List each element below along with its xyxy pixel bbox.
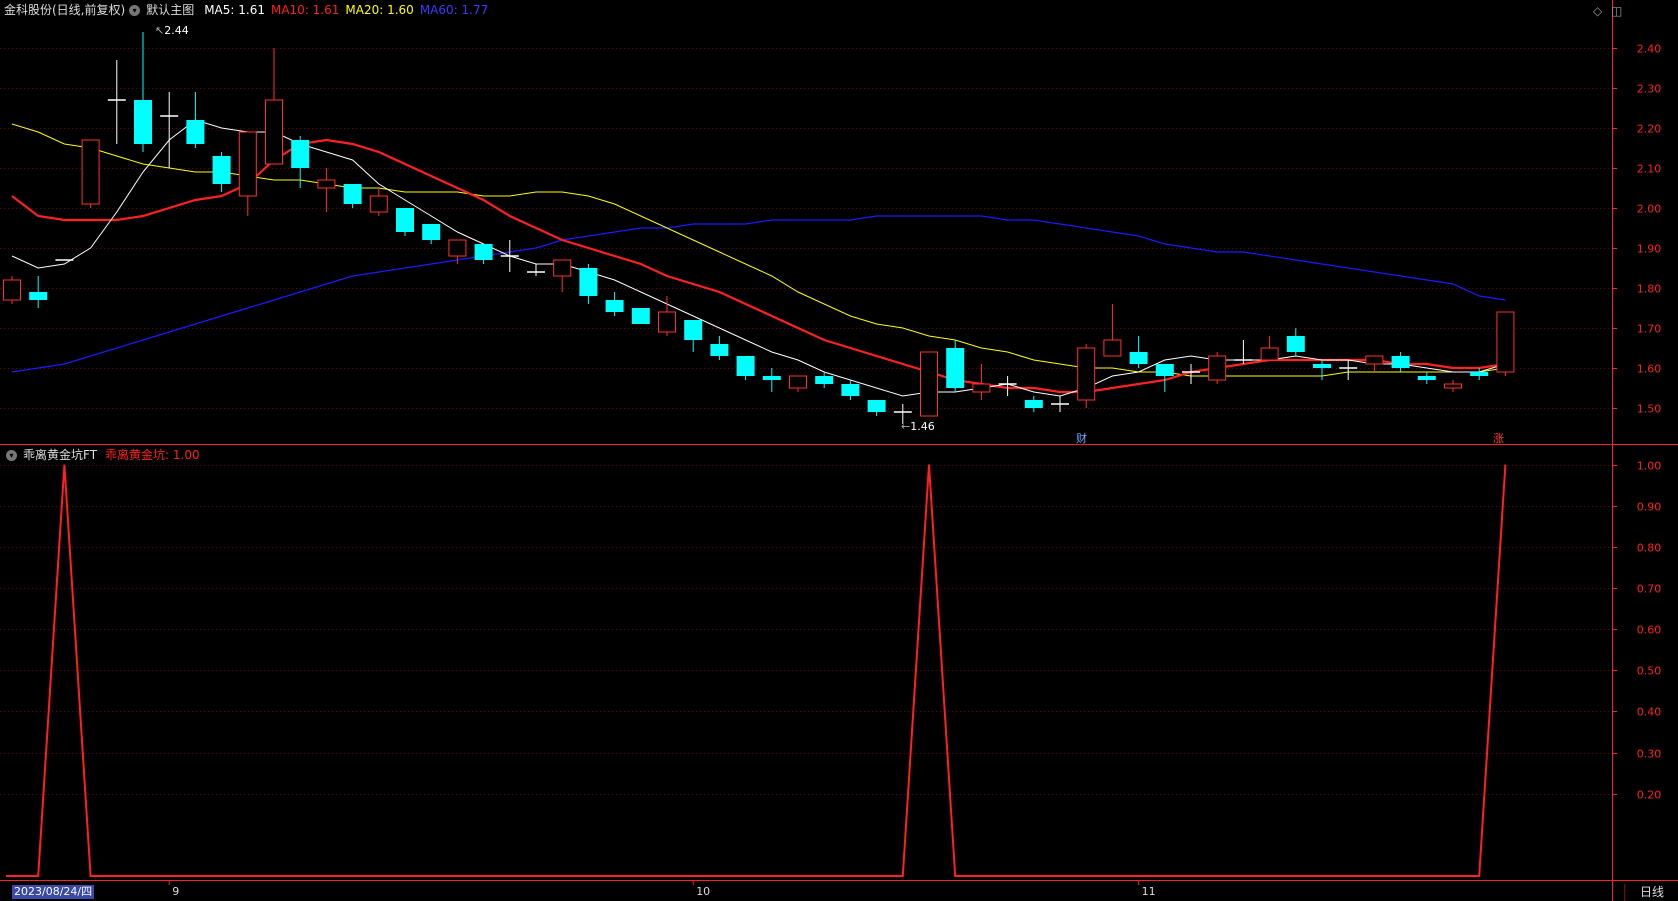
candle-body	[658, 311, 676, 333]
candle-body	[1103, 339, 1122, 357]
cursor-date-label: 2023/08/24/四	[12, 885, 95, 899]
indicator-tick-label: 0.20	[1637, 789, 1662, 802]
candle-body	[238, 131, 257, 197]
ma60-line	[11, 215, 1506, 373]
candle-body	[1024, 400, 1043, 408]
indicator-menu-icon[interactable]: ▾	[6, 450, 17, 461]
ma5-legend: MA5: 1.61	[204, 3, 265, 17]
candle-body	[605, 300, 624, 312]
candle-body	[1129, 352, 1148, 364]
price-tick-label: 1.50	[1637, 403, 1662, 416]
candle-body	[1391, 356, 1410, 368]
candle-body	[3, 279, 21, 301]
price-tick-label: 2.10	[1637, 163, 1662, 176]
candle-body	[841, 384, 860, 396]
time-axis-label: 9	[172, 885, 179, 898]
candle-body	[972, 383, 991, 393]
limit-up-marker[interactable]: 涨	[1493, 432, 1504, 445]
panel-toggle-icon[interactable]: ◫	[1611, 4, 1622, 18]
ma60-legend: MA60: 1.77	[419, 3, 489, 17]
candle-body	[1260, 347, 1279, 361]
candle-body	[815, 376, 834, 384]
candle-body	[1313, 364, 1331, 368]
time-axis-label: 10	[696, 885, 710, 898]
indicator-tick-label: 0.60	[1637, 624, 1662, 637]
indicator-tick-label: 0.90	[1637, 501, 1662, 514]
candle-body	[553, 259, 572, 277]
candle-body	[291, 140, 310, 168]
chart-set-name[interactable]: 默认主图	[146, 3, 194, 17]
candle-body	[920, 351, 938, 417]
price-tick-label: 2.30	[1637, 83, 1662, 96]
candle-body	[736, 356, 755, 376]
price-tick-label: 2.20	[1637, 123, 1662, 136]
diamond-icon[interactable]: ◇	[1593, 4, 1602, 18]
candle-body	[422, 224, 441, 240]
candle-body	[762, 376, 781, 380]
candle-body	[474, 244, 493, 260]
candle-body	[579, 268, 598, 296]
candle-body	[1286, 336, 1305, 352]
candle-body	[867, 400, 886, 412]
candle-body	[946, 348, 965, 388]
candle-body	[710, 344, 729, 356]
candle-body	[369, 195, 388, 213]
candle-body	[81, 139, 100, 205]
candle-body	[317, 179, 336, 189]
indicator-tick-label: 0.30	[1637, 748, 1662, 761]
candle-body	[1208, 355, 1227, 381]
stock-chart[interactable]: 2.40 2.30 2.20 2.10 2.00 1.90 1.80 1.70 1.60 1.50…	[0, 0, 1678, 901]
indicator-tick-label: 0.50	[1637, 665, 1662, 678]
chart-menu-icon[interactable]: ▾	[129, 5, 141, 16]
financial-report-marker[interactable]: 财	[1076, 432, 1087, 445]
candle-body	[186, 120, 205, 144]
indicator-tick-label: 0.70	[1637, 583, 1662, 596]
ma10-legend: MA10: 1.61	[270, 3, 340, 17]
price-tick-label: 1.90	[1637, 243, 1662, 256]
candle-body	[1365, 355, 1384, 365]
candle-body	[212, 156, 231, 184]
candle-body	[1470, 372, 1489, 376]
candle-body	[1496, 311, 1515, 373]
time-axis-label: 11	[1142, 885, 1156, 898]
price-tick-label: 1.80	[1637, 283, 1662, 296]
candle-body	[1417, 376, 1436, 380]
candle-body	[396, 208, 414, 232]
indicator-tick-label: 0.80	[1637, 542, 1662, 555]
timeframe-button[interactable]: 日线	[1624, 884, 1678, 901]
ma20-line	[11, 123, 1506, 377]
candle-body	[29, 292, 48, 300]
ma20-legend: MA20: 1.60	[345, 3, 414, 17]
high-price-label: ↖2.44	[155, 24, 189, 37]
candle-body	[1155, 364, 1174, 376]
indicator-tick-label: 1.00	[1637, 460, 1662, 473]
price-tick-label: 2.00	[1637, 203, 1662, 216]
price-tick-label: 2.40	[1637, 43, 1662, 56]
ma10-line	[11, 138, 1506, 394]
candle-body	[1077, 347, 1096, 401]
candle-body	[631, 308, 650, 324]
candle-body	[1444, 383, 1462, 389]
low-price-label: ←1.46	[901, 420, 935, 433]
stock-name[interactable]: 金科股份(日线,前复权)	[4, 3, 125, 17]
candle-body	[265, 99, 283, 165]
candle-body	[789, 375, 807, 389]
indicator-value: 乖离黄金坑: 1.00	[105, 448, 200, 462]
candle-body	[343, 184, 362, 204]
indicator-name[interactable]: 乖离黄金坑FT	[23, 448, 97, 462]
candle-body	[684, 320, 703, 340]
main-chart-header: 金科股份(日线,前复权) ▾ 默认主图 MA5: 1.61 MA10: 1.61 MA20…	[4, 2, 494, 18]
candle-body	[448, 239, 467, 257]
candle-body	[134, 100, 152, 144]
price-tick-label: 1.70	[1637, 323, 1662, 336]
indicator-tick-label: 0.40	[1637, 706, 1662, 719]
indicator-header: ▾ 乖离黄金坑FT 乖离黄金坑: 1.00	[4, 447, 206, 463]
price-tick-label: 1.60	[1637, 363, 1662, 376]
